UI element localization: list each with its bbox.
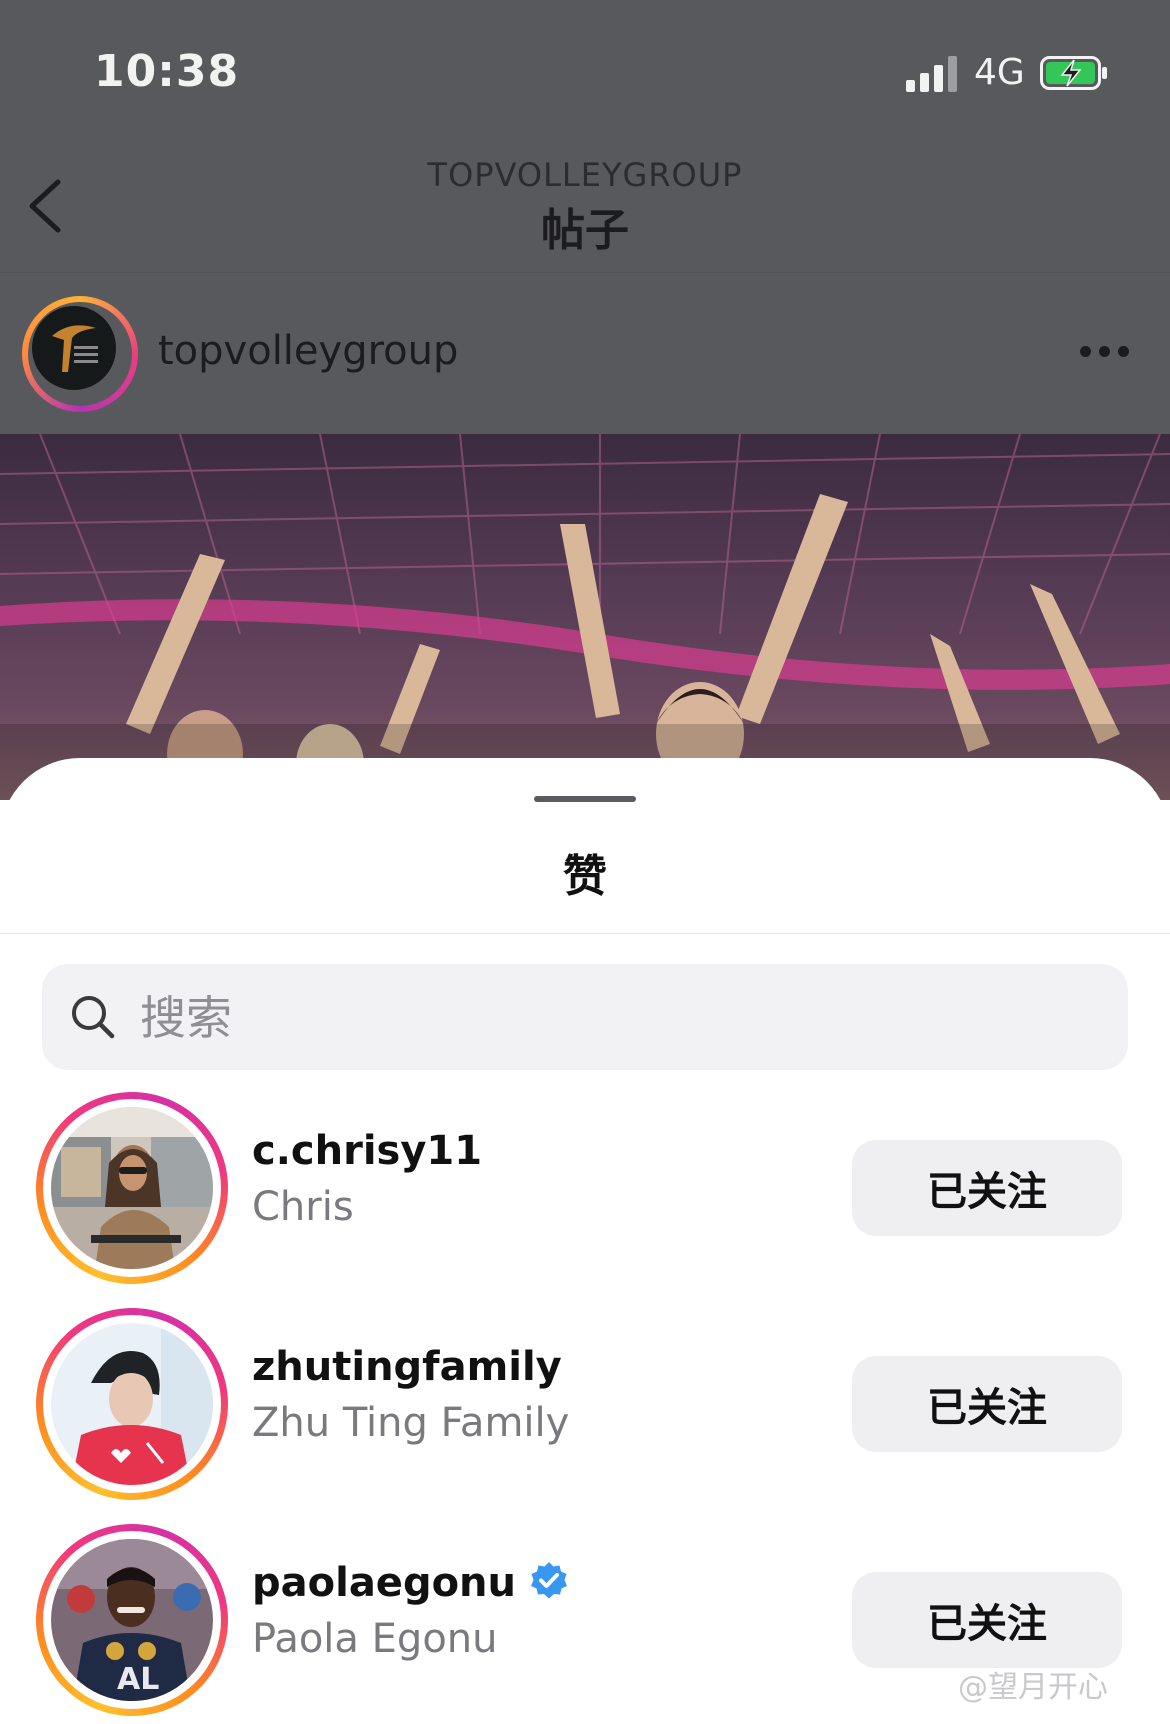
- svg-text:AL: AL: [117, 1662, 159, 1697]
- post-author-avatar[interactable]: [22, 296, 138, 412]
- nav-subtitle: TOPVOLLEYGROUP: [427, 156, 743, 194]
- avatar[interactable]: AL: [36, 1524, 228, 1716]
- search-icon: [72, 996, 115, 1039]
- user-handle[interactable]: zhutingfamily: [252, 1344, 562, 1390]
- likes-sheet: 赞 搜索 c.chrisy11 Chris 已关注 zhutingfamily …: [0, 758, 1170, 1716]
- avatar[interactable]: [36, 1092, 228, 1284]
- more-horizontal-icon[interactable]: [1080, 346, 1130, 360]
- list-item[interactable]: zhutingfamily Zhu Ting Family 已关注: [0, 1308, 1170, 1508]
- page-title: 帖子: [541, 205, 629, 256]
- user-handle-text: paolaegonu: [252, 1560, 517, 1606]
- user-handle[interactable]: paolaegonu: [252, 1560, 570, 1606]
- search-input[interactable]: [138, 964, 1102, 1072]
- search-bar[interactable]: [42, 964, 1128, 1072]
- user-display-name: Zhu Ting Family: [252, 1400, 570, 1446]
- status-bar: 10:38 4G: [0, 0, 1170, 140]
- following-button[interactable]: 已关注: [852, 1140, 1122, 1236]
- list-item[interactable]: c.chrisy11 Chris 已关注: [0, 1092, 1170, 1292]
- watermark: @望月开心: [958, 1670, 1108, 1705]
- battery-charging-icon: [1040, 56, 1107, 90]
- post-username[interactable]: topvolleygroup: [158, 328, 458, 374]
- user-display-name: Paola Egonu: [252, 1616, 498, 1662]
- status-time: 10:38: [94, 46, 240, 97]
- nav-bar: TOPVOLLEYGROUP 帖子: [0, 140, 1170, 273]
- verified-badge-icon: [531, 1562, 568, 1599]
- following-button[interactable]: 已关注: [852, 1572, 1122, 1668]
- avatar[interactable]: [36, 1308, 228, 1500]
- topvolley-logo: [32, 306, 116, 390]
- network-type: 4G: [974, 52, 1025, 93]
- post-header: topvolleygroup: [0, 272, 1170, 434]
- sheet-grabber[interactable]: [534, 796, 636, 802]
- post-image[interactable]: [0, 434, 1170, 800]
- background-app: 10:38 4G TOPVOLLEYGROUP 帖子 topvolleygrou…: [0, 0, 1170, 800]
- following-button[interactable]: 已关注: [852, 1356, 1122, 1452]
- sheet-divider: [0, 933, 1170, 934]
- signal-icon: [906, 56, 960, 92]
- user-display-name: Chris: [252, 1184, 354, 1230]
- user-handle[interactable]: c.chrisy11: [252, 1128, 482, 1174]
- sheet-title: 赞: [563, 851, 607, 902]
